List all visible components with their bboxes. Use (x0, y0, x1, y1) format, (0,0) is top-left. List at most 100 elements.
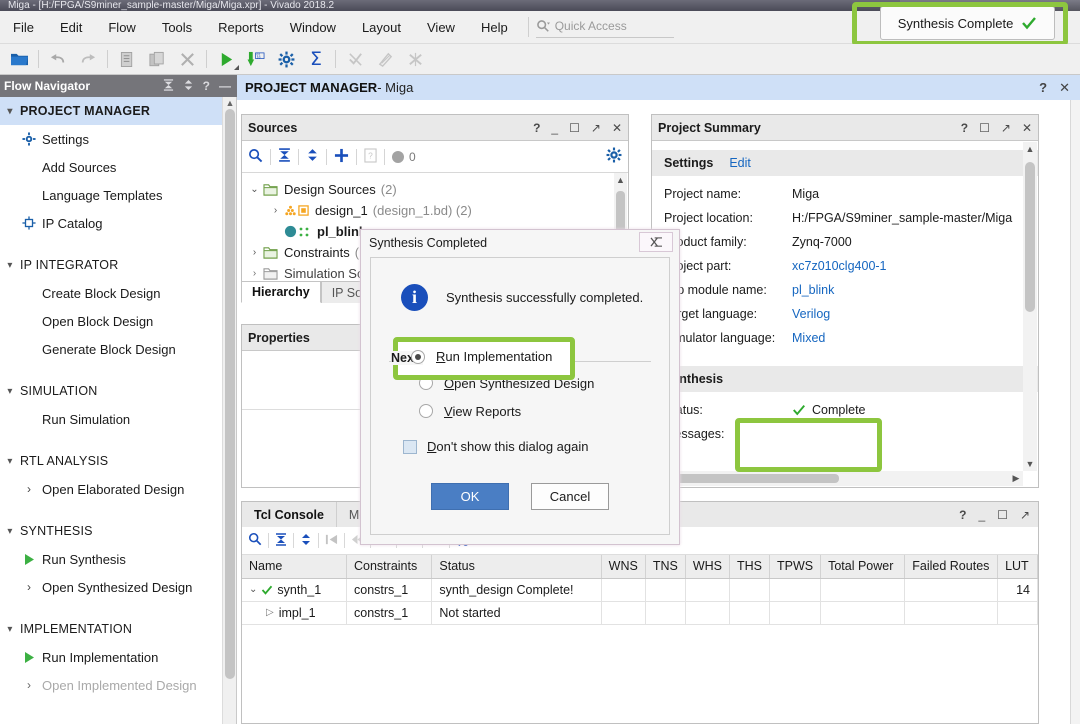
write-bitstream-icon[interactable]: 01 10 (241, 46, 271, 72)
tab-hierarchy[interactable]: Hierarchy (241, 281, 321, 303)
help-icon[interactable]: ? (533, 121, 540, 135)
row-value-link[interactable]: Mixed (792, 331, 825, 345)
redo-icon[interactable] (73, 46, 103, 72)
sidebar-item-create-block-design[interactable]: Create Block Design (0, 279, 236, 307)
search-icon[interactable] (248, 532, 262, 549)
synthesis-status-indicator[interactable]: Synthesis Complete (880, 6, 1055, 40)
tree-item-design-sources[interactable]: ⌄ Design Sources (2) (246, 179, 628, 200)
dont-show-again-checkbox-row[interactable]: Don't show this dialog again (371, 439, 669, 454)
col-wns[interactable]: WNS (601, 555, 646, 579)
paste-icon[interactable] (142, 46, 172, 72)
add-sources-icon[interactable] (334, 148, 349, 166)
right-edge-scroll-strip[interactable] (1070, 100, 1080, 724)
collapse-all-icon[interactable] (278, 148, 291, 165)
row-value-link[interactable]: Verilog (792, 307, 830, 321)
col-failed-routes[interactable]: Failed Routes (904, 555, 999, 579)
sidebar-item-open-implemented-design[interactable]: › Open Implemented Design (0, 671, 236, 699)
menu-flow[interactable]: Flow (95, 11, 148, 44)
float-icon[interactable]: ↗ (591, 121, 601, 135)
scroll-right-icon[interactable]: ▶ (1010, 472, 1022, 485)
chevron-right-icon[interactable]: › (246, 268, 263, 279)
open-project-icon[interactable] (4, 46, 34, 72)
sidebar-section-rtl-analysis[interactable]: ▾ RTL ANALYSIS (0, 447, 236, 475)
menu-layout[interactable]: Layout (349, 11, 414, 44)
col-status[interactable]: Status (431, 555, 602, 579)
help-icon[interactable]: ? (203, 79, 210, 93)
gear-icon[interactable] (606, 147, 622, 166)
triangle-right-icon[interactable]: ▷ (266, 607, 274, 618)
sidebar-item-language-templates[interactable]: Language Templates (0, 181, 236, 209)
sum-icon[interactable]: Σ (301, 46, 331, 72)
col-tns[interactable]: TNS (645, 555, 686, 579)
sidebar-item-add-sources[interactable]: Add Sources (0, 153, 236, 181)
tab-tcl-console[interactable]: Tcl Console (242, 502, 337, 527)
menu-window[interactable]: Window (277, 11, 349, 44)
undo-icon[interactable] (43, 46, 73, 72)
sidebar-item-settings[interactable]: Settings (0, 125, 236, 153)
col-constraints[interactable]: Constraints (346, 555, 433, 579)
quick-access-search[interactable]: Quick Access (535, 16, 674, 38)
close-icon[interactable] (639, 232, 673, 252)
chevron-down-icon[interactable]: ⌄ (246, 184, 263, 195)
chevron-right-icon[interactable]: › (246, 247, 263, 258)
menu-reports[interactable]: Reports (205, 11, 277, 44)
scroll-thumb[interactable] (659, 474, 839, 483)
chevron-right-icon[interactable]: › (267, 205, 284, 216)
close-icon[interactable]: ✕ (612, 121, 622, 135)
sidebar-section-simulation[interactable]: ▾ SIMULATION (0, 377, 236, 405)
expand-all-icon[interactable] (300, 533, 312, 549)
maximize-icon[interactable]: ☐ (569, 121, 580, 135)
sidebar-item-open-synthesized-design[interactable]: › Open Synthesized Design (0, 573, 236, 601)
close-icon[interactable]: ✕ (1059, 80, 1070, 96)
row-value-link[interactable]: xc7z010clg400-1 (792, 259, 887, 273)
radio-button[interactable] (419, 376, 433, 390)
sidebar-section-ip-integrator[interactable]: ▾ IP INTEGRATOR (0, 251, 236, 279)
cancel-button[interactable]: Cancel (531, 483, 609, 510)
menu-help[interactable]: Help (468, 11, 521, 44)
float-icon[interactable]: ↗ (1020, 508, 1030, 522)
scroll-up-icon[interactable]: ▲ (223, 97, 237, 109)
radio-run-implementation-overlay[interactable]: Run Implementation (411, 349, 552, 364)
project-summary-vscrollbar[interactable]: ▲ ▼ (1023, 142, 1037, 471)
col-tpws[interactable]: TPWS (769, 555, 822, 579)
help-icon[interactable]: ? (961, 121, 968, 135)
expand-all-icon[interactable] (183, 79, 194, 94)
menu-file[interactable]: File (0, 11, 47, 44)
tree-item-design-1[interactable]: › design_1 (design_1.bd) (2) (246, 200, 628, 221)
menu-tools[interactable]: Tools (149, 11, 205, 44)
sidebar-item-generate-block-design[interactable]: Generate Block Design (0, 335, 236, 363)
sidebar-item-run-simulation[interactable]: Run Simulation (0, 405, 236, 433)
scroll-up-icon[interactable]: ▲ (1024, 143, 1036, 155)
collapse-all-icon[interactable] (275, 532, 287, 549)
checkbox[interactable] (403, 439, 417, 454)
help-icon[interactable]: ? (959, 508, 966, 522)
maximize-icon[interactable]: ☐ (997, 508, 1008, 522)
scroll-down-icon[interactable]: ▼ (1024, 458, 1036, 470)
row-value-link[interactable]: 1 warning (811, 427, 865, 441)
search-icon[interactable] (248, 148, 263, 166)
radio-button[interactable] (419, 404, 433, 418)
help-icon[interactable]: ? (1039, 80, 1047, 95)
ok-button[interactable]: OK (431, 483, 509, 510)
radio-button-selected[interactable] (411, 349, 425, 364)
table-row[interactable]: ▷ impl_1 constrs_1 Not started (242, 601, 1038, 625)
row-value-link[interactable]: pl_blink (792, 283, 834, 297)
sidebar-item-run-implementation[interactable]: Run Implementation (0, 643, 236, 671)
edit-settings-link[interactable]: Edit (729, 156, 751, 170)
chevron-down-icon[interactable]: ⌄ (249, 584, 257, 595)
float-icon[interactable]: ↗ (1001, 121, 1011, 135)
expand-all-icon[interactable] (306, 148, 319, 165)
scroll-thumb[interactable] (225, 109, 235, 679)
flow-navigator-scrollbar[interactable]: ▲ (222, 97, 236, 724)
minimize-icon[interactable]: _ (551, 121, 558, 135)
sidebar-section-synthesis[interactable]: ▾ SYNTHESIS (0, 517, 236, 545)
table-row[interactable]: ⌄ synth_1 constrs_1 synth_design Complet… (242, 578, 1038, 602)
minimize-icon[interactable]: _ (978, 508, 985, 522)
collapse-all-icon[interactable] (163, 78, 174, 94)
sidebar-section-implementation[interactable]: ▾ IMPLEMENTATION (0, 615, 236, 643)
col-ths[interactable]: THS (729, 555, 770, 579)
radio-view-reports[interactable]: View Reports (371, 397, 669, 425)
sidebar-item-ip-catalog[interactable]: IP Catalog (0, 209, 236, 237)
scroll-thumb[interactable] (1025, 162, 1035, 312)
col-total-power[interactable]: Total Power (820, 555, 906, 579)
